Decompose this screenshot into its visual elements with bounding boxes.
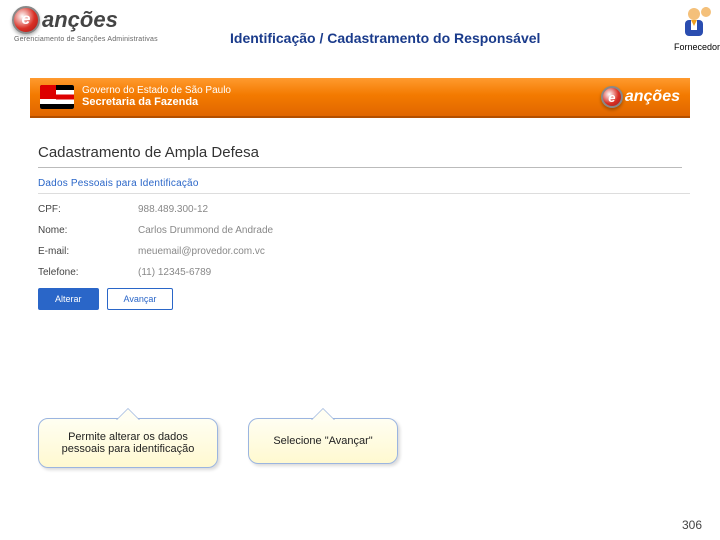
- logo-word-small: anções: [625, 88, 680, 106]
- page-number: 306: [682, 518, 702, 532]
- nome-value: Carlos Drummond de Andrade: [138, 225, 273, 236]
- nome-label: Nome:: [38, 225, 138, 236]
- telefone-value: (11) 12345-6789: [138, 267, 211, 278]
- subsection-title: Dados Pessoais para Identificação: [38, 178, 690, 194]
- identification-form: CPF: 988.489.300-12 Nome: Carlos Drummon…: [38, 204, 690, 278]
- logo-mark-small: e: [601, 86, 623, 108]
- user-icon: [676, 4, 712, 40]
- header-logo: e anções: [601, 86, 680, 108]
- section-divider: [38, 167, 682, 168]
- email-value: meuemail@provedor.com.vc: [138, 246, 265, 257]
- user-role-label: Fornecedor: [674, 42, 720, 52]
- callout-avancar: Selecione "Avançar": [248, 418, 398, 464]
- app-logo: e anções: [12, 6, 118, 34]
- logo-word: anções: [42, 7, 118, 33]
- avancar-button[interactable]: Avançar: [107, 288, 174, 310]
- section-title: Cadastramento de Ampla Defesa: [38, 144, 690, 161]
- email-label: E-mail:: [38, 246, 138, 257]
- app-panel: Governo do Estado de São Paulo Secretari…: [30, 78, 690, 348]
- field-email: E-mail: meuemail@provedor.com.vc: [38, 246, 690, 257]
- logo-mark: e: [12, 6, 40, 34]
- header-line1: Governo do Estado de São Paulo: [82, 85, 231, 96]
- field-cpf: CPF: 988.489.300-12: [38, 204, 690, 215]
- page-title: Identificação / Cadastramento do Respons…: [230, 30, 540, 46]
- cpf-label: CPF:: [38, 204, 138, 215]
- field-nome: Nome: Carlos Drummond de Andrade: [38, 225, 690, 236]
- logo-subtitle: Gerenciamento de Sanções Administrativas: [14, 36, 158, 43]
- app-header: Governo do Estado de São Paulo Secretari…: [30, 78, 690, 118]
- cpf-value: 988.489.300-12: [138, 204, 208, 215]
- field-telefone: Telefone: (11) 12345-6789: [38, 267, 690, 278]
- telefone-label: Telefone:: [38, 267, 138, 278]
- header-line2: Secretaria da Fazenda: [82, 96, 231, 108]
- state-flag-icon: [40, 85, 74, 109]
- callout-alterar: Permite alterar os dados pessoais para i…: [38, 418, 218, 468]
- alterar-button[interactable]: Alterar: [38, 288, 99, 310]
